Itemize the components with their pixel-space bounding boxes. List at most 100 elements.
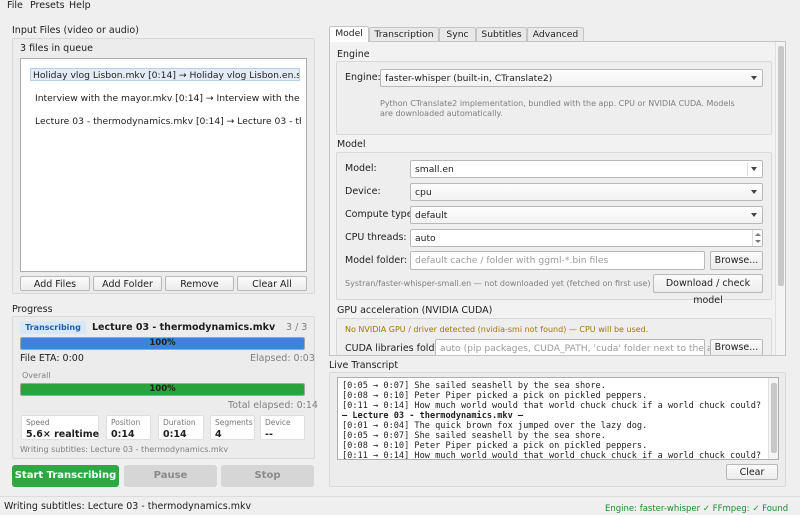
status-bar-message: Writing subtitles: Lecture 03 - thermody… bbox=[4, 501, 252, 512]
menu-bar: File Presets Help bbox=[0, 0, 800, 12]
overall-progress-bar: 100% bbox=[20, 383, 305, 396]
cuda-libs-placeholder: auto (pip packages, CUDA_PATH, 'cuda' fo… bbox=[440, 343, 728, 354]
model-folder-browse-button[interactable]: Browse... bbox=[710, 251, 763, 270]
transcript-line: [0:11 → 0:14] How much world would that … bbox=[342, 451, 762, 460]
tab-advanced[interactable]: Advanced bbox=[527, 27, 584, 42]
device-label: Device: bbox=[345, 186, 381, 197]
transcript-line: [0:01 → 0:04] The quick brown fox jumped… bbox=[342, 421, 648, 431]
stat-value: 0:14 bbox=[163, 429, 187, 440]
download-model-button[interactable]: Download / check model bbox=[653, 274, 763, 306]
list-item-text: Lecture 03 - thermodynamics.mkv [0:14] →… bbox=[35, 116, 301, 127]
clear-all-button[interactable]: Clear All bbox=[237, 276, 307, 291]
transcript-scrollbar[interactable] bbox=[768, 378, 778, 459]
queue-count-label: 3 files in queue bbox=[20, 43, 93, 54]
stop-button[interactable]: Stop bbox=[221, 465, 314, 487]
scrollbar-handle[interactable] bbox=[771, 383, 777, 453]
model-status-text: Systran/faster-whisper-small.en — not do… bbox=[345, 279, 651, 288]
add-folder-button[interactable]: Add Folder bbox=[93, 276, 162, 291]
status-bar-engine-info: Engine: faster-whisper ✓ FFmpeg: ✓ Found bbox=[605, 504, 789, 514]
cuda-title: GPU acceleration (NVIDIA CUDA) bbox=[337, 305, 493, 316]
transcript-line: [0:08 → 0:10] Peter Piper picked a pick … bbox=[342, 391, 648, 401]
progress-status-line: Writing subtitles: Lecture 03 - thermody… bbox=[20, 445, 229, 454]
overall-label: Overall bbox=[22, 371, 51, 380]
transcript-line: [0:05 → 0:07] She sailed seashell by the… bbox=[342, 381, 606, 391]
model-folder-input[interactable]: default cache / folder with ggml-*.bin f… bbox=[410, 251, 705, 270]
stat-label: Position bbox=[111, 418, 141, 427]
stat-duration: Duration 0:14 bbox=[158, 415, 204, 440]
cuda-libs-label: CUDA libraries folder: bbox=[345, 343, 448, 354]
engine-title: Engine bbox=[337, 49, 370, 60]
model-label: Model: bbox=[345, 163, 377, 174]
transcript-title: Live Transcript bbox=[329, 360, 399, 371]
settings-scrollbar[interactable] bbox=[775, 42, 785, 355]
cuda-warning-text: No NVIDIA GPU / driver detected (nvidia-… bbox=[345, 325, 649, 334]
clear-transcript-button[interactable]: Clear bbox=[726, 464, 778, 480]
stat-value: 5.6× realtime bbox=[26, 429, 100, 440]
add-files-button[interactable]: Add Files bbox=[20, 276, 90, 291]
total-elapsed: Total elapsed: 0:14 bbox=[228, 400, 318, 411]
engine-select[interactable]: faster-whisper (built-in, CTranslate2) bbox=[380, 69, 763, 87]
tab-subtitles[interactable]: Subtitles bbox=[476, 27, 527, 42]
engine-description: Python CTranslate2 implementation, bundl… bbox=[380, 99, 735, 118]
stat-segments: Segments 4 bbox=[210, 415, 255, 440]
spinner-icon[interactable] bbox=[752, 230, 762, 246]
start-transcribing-button[interactable]: Start Transcribing bbox=[12, 465, 119, 487]
model-title: Model bbox=[337, 139, 366, 150]
scrollbar-handle[interactable] bbox=[778, 46, 784, 286]
transcript-file-header: — Lecture 03 - thermodynamics.mkv — bbox=[342, 411, 524, 421]
elapsed-time: Elapsed: 0:03 bbox=[250, 353, 315, 364]
stat-position: Position 0:14 bbox=[106, 415, 151, 440]
stat-value: -- bbox=[265, 429, 273, 440]
file-progress-bar: 100% bbox=[20, 337, 305, 350]
menu-help[interactable]: Help bbox=[69, 0, 91, 12]
input-files-title: Input Files (video or audio) bbox=[12, 25, 139, 36]
tab-sync[interactable]: Sync bbox=[439, 27, 476, 42]
file-progress-text: 100% bbox=[149, 338, 176, 348]
pause-button[interactable]: Pause bbox=[124, 465, 217, 487]
stat-speed: Speed 5.6× realtime bbox=[21, 415, 99, 440]
transcript-text-area[interactable]: [0:05 → 0:07] She sailed seashell by the… bbox=[337, 377, 779, 460]
chevron-down-icon[interactable] bbox=[751, 167, 757, 171]
file-eta: File ETA: 0:00 bbox=[20, 353, 84, 364]
list-item[interactable]: Lecture 03 - thermodynamics.mkv [0:14] →… bbox=[33, 115, 301, 128]
overall-progress-text: 100% bbox=[149, 384, 176, 394]
stat-label: Duration bbox=[163, 418, 196, 427]
stat-label: Segments bbox=[215, 418, 253, 427]
stat-label: Speed bbox=[26, 418, 50, 427]
compute-type-label: Compute type: bbox=[345, 209, 416, 220]
stat-device: Device -- bbox=[260, 415, 305, 440]
transcript-line: [0:11 → 0:14] How much world would that … bbox=[342, 401, 762, 411]
stat-value: 0:14 bbox=[111, 429, 135, 440]
tab-model[interactable]: Model bbox=[329, 26, 369, 42]
cpu-threads-value: auto bbox=[415, 233, 436, 244]
cuda-libs-input[interactable]: auto (pip packages, CUDA_PATH, 'cuda' fo… bbox=[435, 339, 728, 355]
list-item[interactable]: Holiday vlog Lisbon.mkv [0:14] → Holiday… bbox=[30, 68, 300, 81]
chevron-down-icon bbox=[751, 76, 757, 80]
model-combo[interactable]: small.en bbox=[410, 160, 763, 178]
file-queue-list[interactable]: Holiday vlog Lisbon.mkv [0:14] → Holiday… bbox=[20, 58, 307, 272]
device-select[interactable]: cpu bbox=[410, 183, 763, 201]
tab-transcription[interactable]: Transcription bbox=[369, 27, 439, 42]
model-folder-label: Model folder: bbox=[345, 255, 408, 266]
engine-select-value: faster-whisper (built-in, CTranslate2) bbox=[385, 73, 553, 84]
engine-label: Engine: bbox=[345, 72, 381, 83]
divider bbox=[747, 163, 748, 176]
list-item[interactable]: Interview with the mayor.mkv [0:14] → In… bbox=[33, 92, 301, 105]
cpu-threads-label: CPU threads: bbox=[345, 232, 407, 243]
cpu-threads-spinbox[interactable]: auto bbox=[410, 229, 763, 247]
status-badge: Transcribing bbox=[20, 321, 86, 334]
device-value: cpu bbox=[415, 187, 432, 198]
menu-file[interactable]: File bbox=[7, 0, 23, 12]
transcript-line: [0:05 → 0:07] She sailed seashell by the… bbox=[342, 431, 606, 441]
stat-value: 4 bbox=[215, 429, 222, 440]
model-value: small.en bbox=[415, 164, 454, 175]
cuda-browse-button[interactable]: Browse... bbox=[710, 339, 763, 355]
compute-type-value: default bbox=[415, 210, 448, 221]
chevron-down-icon bbox=[751, 213, 757, 217]
list-item-text: Holiday vlog Lisbon.mkv [0:14] → Holiday… bbox=[33, 70, 300, 81]
stat-label: Device bbox=[265, 418, 291, 427]
compute-type-select[interactable]: default bbox=[410, 206, 763, 224]
remove-button[interactable]: Remove bbox=[165, 276, 234, 291]
menu-presets[interactable]: Presets bbox=[30, 0, 65, 12]
progress-title: Progress bbox=[12, 304, 53, 315]
